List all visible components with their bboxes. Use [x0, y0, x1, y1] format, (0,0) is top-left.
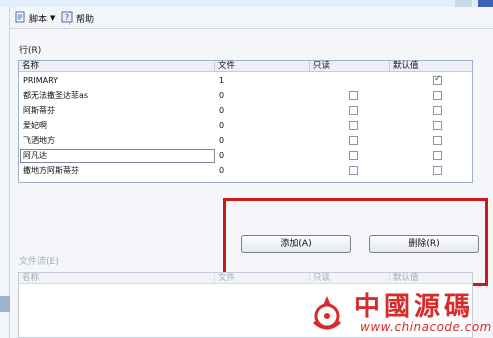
row-name: 撒地方阿斯蒂芬 — [23, 166, 79, 175]
table-row[interactable]: 都无法撒圣达菲as 0 — [19, 88, 472, 103]
row-files: 0 — [219, 106, 225, 115]
toolbar: 脚本 ▼ ? 帮助 — [10, 7, 493, 29]
default-checkbox[interactable] — [433, 106, 442, 115]
default-checkbox[interactable] — [433, 151, 442, 160]
help-button[interactable]: ? 帮助 — [61, 11, 94, 25]
row-files: 0 — [219, 166, 225, 175]
default-checkbox[interactable] — [433, 91, 442, 100]
column-header-name[interactable]: 名称 — [19, 61, 215, 72]
window-close-button[interactable] — [478, 0, 493, 7]
readonly-checkbox[interactable] — [349, 136, 358, 145]
table-row[interactable]: PRIMARY 1 — [19, 73, 472, 88]
row-files: 0 — [219, 91, 225, 100]
row-name: PRIMARY — [23, 76, 59, 85]
script-icon — [14, 11, 26, 26]
readonly-checkbox[interactable] — [349, 121, 358, 130]
row-files: 0 — [219, 121, 225, 130]
fs-column-header-readonly: 只读 — [310, 273, 390, 284]
window-top-strip — [0, 0, 493, 7]
readonly-checkbox[interactable] — [349, 166, 358, 175]
column-header-readonly[interactable]: 只读 — [310, 61, 390, 72]
chevron-down-icon: ▼ — [50, 14, 56, 22]
left-pane-selection — [0, 296, 10, 312]
readonly-checkbox[interactable] — [349, 151, 358, 160]
table-row[interactable]: 飞洒地方 0 — [19, 133, 472, 148]
filestream-section-label: 文件流(E) — [19, 257, 59, 267]
rows-grid-header: 名称 文件 只读 默认值 — [19, 61, 472, 72]
window-control-button[interactable] — [455, 0, 472, 7]
readonly-checkbox[interactable] — [349, 106, 358, 115]
rows-section-label: 行(R) — [19, 46, 42, 56]
row-name: 阿凡达 — [23, 151, 47, 160]
fs-column-header-default: 默认值 — [393, 273, 419, 283]
default-checkbox[interactable] — [433, 166, 442, 175]
table-row[interactable]: 阿斯蒂芬 0 — [19, 103, 472, 118]
row-files: 0 — [219, 151, 225, 160]
table-row[interactable]: 阿凡达 0 — [19, 148, 472, 163]
table-row[interactable]: 爱妃啊 0 — [19, 118, 472, 133]
default-checkbox[interactable] — [433, 74, 442, 85]
fs-column-header-files: 文件 — [215, 273, 310, 284]
fs-column-header-name: 名称 — [19, 273, 215, 284]
filestream-grid-header: 名称 文件 只读 默认值 — [19, 273, 472, 284]
row-name: 飞洒地方 — [23, 136, 55, 145]
watermark-brand: 中國源碼 — [354, 292, 475, 322]
left-pane-edge — [0, 7, 10, 338]
rows-grid: 名称 文件 只读 默认值 PRIMARY 1 都无法撒圣达菲as 0 阿斯蒂芬 … — [18, 60, 473, 183]
svg-text:?: ? — [65, 13, 69, 22]
row-name: 阿斯蒂芬 — [23, 106, 55, 115]
help-icon: ? — [61, 11, 73, 26]
column-header-files[interactable]: 文件 — [215, 61, 310, 72]
row-name: 爱妃啊 — [23, 121, 47, 130]
script-button[interactable]: 脚本 ▼ — [14, 11, 55, 25]
row-files: 1 — [219, 76, 225, 85]
table-row[interactable]: 撒地方阿斯蒂芬 0 — [19, 163, 472, 178]
row-files: 0 — [219, 136, 225, 145]
row-name: 都无法撒圣达菲as — [23, 91, 89, 100]
column-header-default[interactable]: 默认值 — [390, 61, 474, 72]
default-checkbox[interactable] — [433, 121, 442, 130]
help-label: 帮助 — [76, 14, 95, 25]
watermark-logo — [306, 292, 348, 334]
readonly-checkbox[interactable] — [349, 91, 358, 100]
watermark-url: www.chinacode.com — [360, 320, 492, 334]
script-label: 脚本 — [29, 14, 48, 25]
default-checkbox[interactable] — [433, 136, 442, 145]
